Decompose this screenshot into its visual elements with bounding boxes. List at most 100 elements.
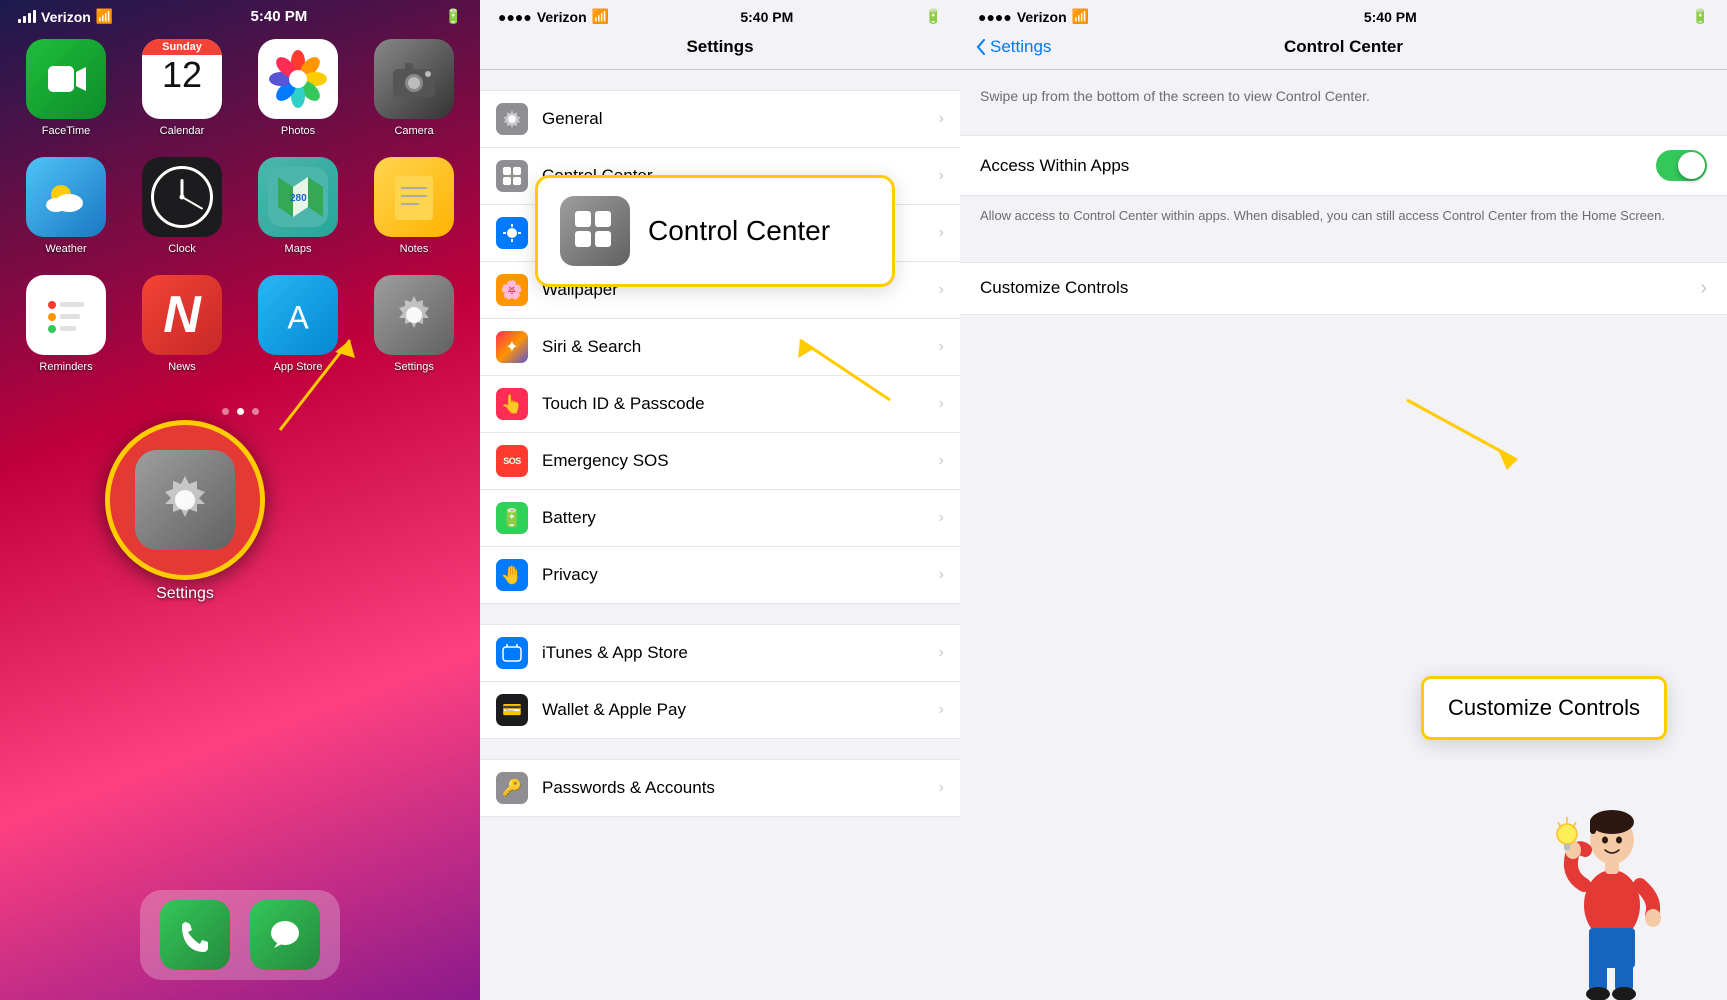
siri-icon: ✦ xyxy=(496,331,528,363)
cal-day-name: Sunday xyxy=(142,39,222,55)
page-dots xyxy=(0,408,480,415)
news-icon[interactable]: N xyxy=(142,275,222,355)
privacy-chevron: › xyxy=(939,566,944,584)
app-clock[interactable]: Clock xyxy=(134,157,230,255)
itunes-icon xyxy=(496,637,528,669)
cc-description-text: Swipe up from the bottom of the screen t… xyxy=(960,70,1727,115)
photos-label: Photos xyxy=(281,125,315,137)
settings-row-siri[interactable]: ✦ Siri & Search › xyxy=(480,319,960,376)
settings-section-3: 🔑 Passwords & Accounts › xyxy=(480,759,960,817)
appstore-icon[interactable]: A xyxy=(258,275,338,355)
notes-icon[interactable] xyxy=(374,157,454,237)
weather-icon[interactable] xyxy=(26,157,106,237)
app-reminders[interactable]: Reminders xyxy=(18,275,114,373)
touchid-label: Touch ID & Passcode xyxy=(542,394,939,414)
settings-icon-large xyxy=(135,450,235,550)
customize-controls-row[interactable]: Customize Controls › xyxy=(960,262,1727,315)
cc-chevron: › xyxy=(939,167,944,185)
itunes-chevron: › xyxy=(939,644,944,662)
settings-row-passwords[interactable]: 🔑 Passwords & Accounts › xyxy=(480,759,960,817)
time-2: 5:40 PM xyxy=(740,9,793,25)
status-bar-3: ●●●● Verizon 📶 5:40 PM 🔋 xyxy=(960,0,1727,29)
settings-section-2: iTunes & App Store › 💳 Wallet & Apple Pa… xyxy=(480,624,960,739)
touchid-icon: 👆 xyxy=(496,388,528,420)
cal-day-num: 12 xyxy=(162,57,202,93)
passwords-chevron: › xyxy=(939,779,944,797)
app-maps[interactable]: 280 Maps xyxy=(250,157,346,255)
customize-controls-label: Customize Controls xyxy=(980,278,1700,298)
signal-icon xyxy=(18,10,36,23)
clock-icon[interactable] xyxy=(142,157,222,237)
app-calendar[interactable]: Sunday 12 Calendar xyxy=(134,39,230,137)
settings-row-sos[interactable]: SOS Emergency SOS › xyxy=(480,433,960,490)
settings-row-privacy[interactable]: 🤚 Privacy › xyxy=(480,547,960,604)
access-toggle[interactable] xyxy=(1656,150,1707,181)
settings-icon-small[interactable] xyxy=(374,275,454,355)
appstore-label: App Store xyxy=(274,361,323,373)
wallet-icon: 💳 xyxy=(496,694,528,726)
battery-icon-1: 🔋 xyxy=(445,8,462,25)
customize-popup-text: Customize Controls xyxy=(1448,695,1640,720)
settings-row-general[interactable]: General › xyxy=(480,90,960,148)
control-center-popup: Control Center xyxy=(535,175,895,287)
carrier-2: Verizon xyxy=(537,9,587,25)
settings-row-wallet[interactable]: 💳 Wallet & Apple Pay › xyxy=(480,682,960,739)
facetime-label: FaceTime xyxy=(42,125,91,137)
facetime-icon[interactable] xyxy=(26,39,106,119)
person-svg xyxy=(1547,800,1677,1000)
calendar-icon[interactable]: Sunday 12 xyxy=(142,39,222,119)
customize-chevron: › xyxy=(1700,277,1707,300)
reminders-label: Reminders xyxy=(39,361,92,373)
app-settings-grid[interactable]: Settings xyxy=(366,275,462,373)
access-within-apps-label: Access Within Apps xyxy=(980,156,1656,176)
time-3: 5:40 PM xyxy=(1364,9,1417,25)
app-photos[interactable]: Photos xyxy=(250,39,346,137)
news-label: News xyxy=(168,361,196,373)
access-within-apps-desc: Allow access to Control Center within ap… xyxy=(960,196,1727,242)
carrier-3: Verizon xyxy=(1017,9,1067,25)
settings-row-battery[interactable]: 🔋 Battery › xyxy=(480,490,960,547)
app-facetime[interactable]: FaceTime xyxy=(18,39,114,137)
app-notes[interactable]: Notes xyxy=(366,157,462,255)
status-bar-1: Verizon 📶 5:40 PM 🔋 xyxy=(0,0,480,29)
notes-label: Notes xyxy=(400,243,429,255)
messages-dock-icon[interactable] xyxy=(250,900,320,970)
sos-icon: SOS xyxy=(496,445,528,477)
settings-row-touchid[interactable]: 👆 Touch ID & Passcode › xyxy=(480,376,960,433)
camera-icon[interactable] xyxy=(374,39,454,119)
dock xyxy=(140,890,340,980)
settings-row-itunes[interactable]: iTunes & App Store › xyxy=(480,624,960,682)
wallet-label: Wallet & Apple Pay xyxy=(542,700,939,720)
dot-3 xyxy=(252,408,259,415)
app-appstore[interactable]: A App Store xyxy=(250,275,346,373)
back-label: Settings xyxy=(990,37,1051,57)
cc-page-title: Control Center xyxy=(1284,37,1403,57)
cc-popup-text: Control Center xyxy=(648,215,830,247)
maps-icon[interactable]: 280 xyxy=(258,157,338,237)
photos-icon[interactable] xyxy=(258,39,338,119)
dot-1 xyxy=(222,408,229,415)
general-chevron: › xyxy=(939,110,944,128)
settings-list: General › Control Center › Display & Bri… xyxy=(480,90,960,604)
phone-dock-icon[interactable] xyxy=(160,900,230,970)
app-camera[interactable]: Camera xyxy=(366,39,462,137)
passwords-icon: 🔑 xyxy=(496,772,528,804)
battery-3: 🔋 xyxy=(1692,8,1709,25)
control-center-icon xyxy=(496,160,528,192)
settings-circle-label: Settings xyxy=(110,585,260,603)
phone-home-screen: Verizon 📶 5:40 PM 🔋 FaceTime Sunday 12 C… xyxy=(0,0,480,1000)
battery-label: Battery xyxy=(542,508,939,528)
camera-label: Camera xyxy=(394,125,433,137)
privacy-label: Privacy xyxy=(542,565,939,585)
cc-popup-icon xyxy=(560,196,630,266)
status-carrier-1: Verizon 📶 xyxy=(18,8,113,25)
app-weather[interactable]: Weather xyxy=(18,157,114,255)
clock-label: Clock xyxy=(168,243,196,255)
app-news[interactable]: N News xyxy=(134,275,230,373)
access-within-apps-section: Access Within Apps Allow access to Contr… xyxy=(960,135,1727,242)
wallpaper-icon: 🌸 xyxy=(496,274,528,306)
cc-back-button[interactable]: Settings xyxy=(976,37,1051,57)
calendar-label: Calendar xyxy=(160,125,205,137)
general-label: General xyxy=(542,109,939,129)
reminders-icon[interactable] xyxy=(26,275,106,355)
